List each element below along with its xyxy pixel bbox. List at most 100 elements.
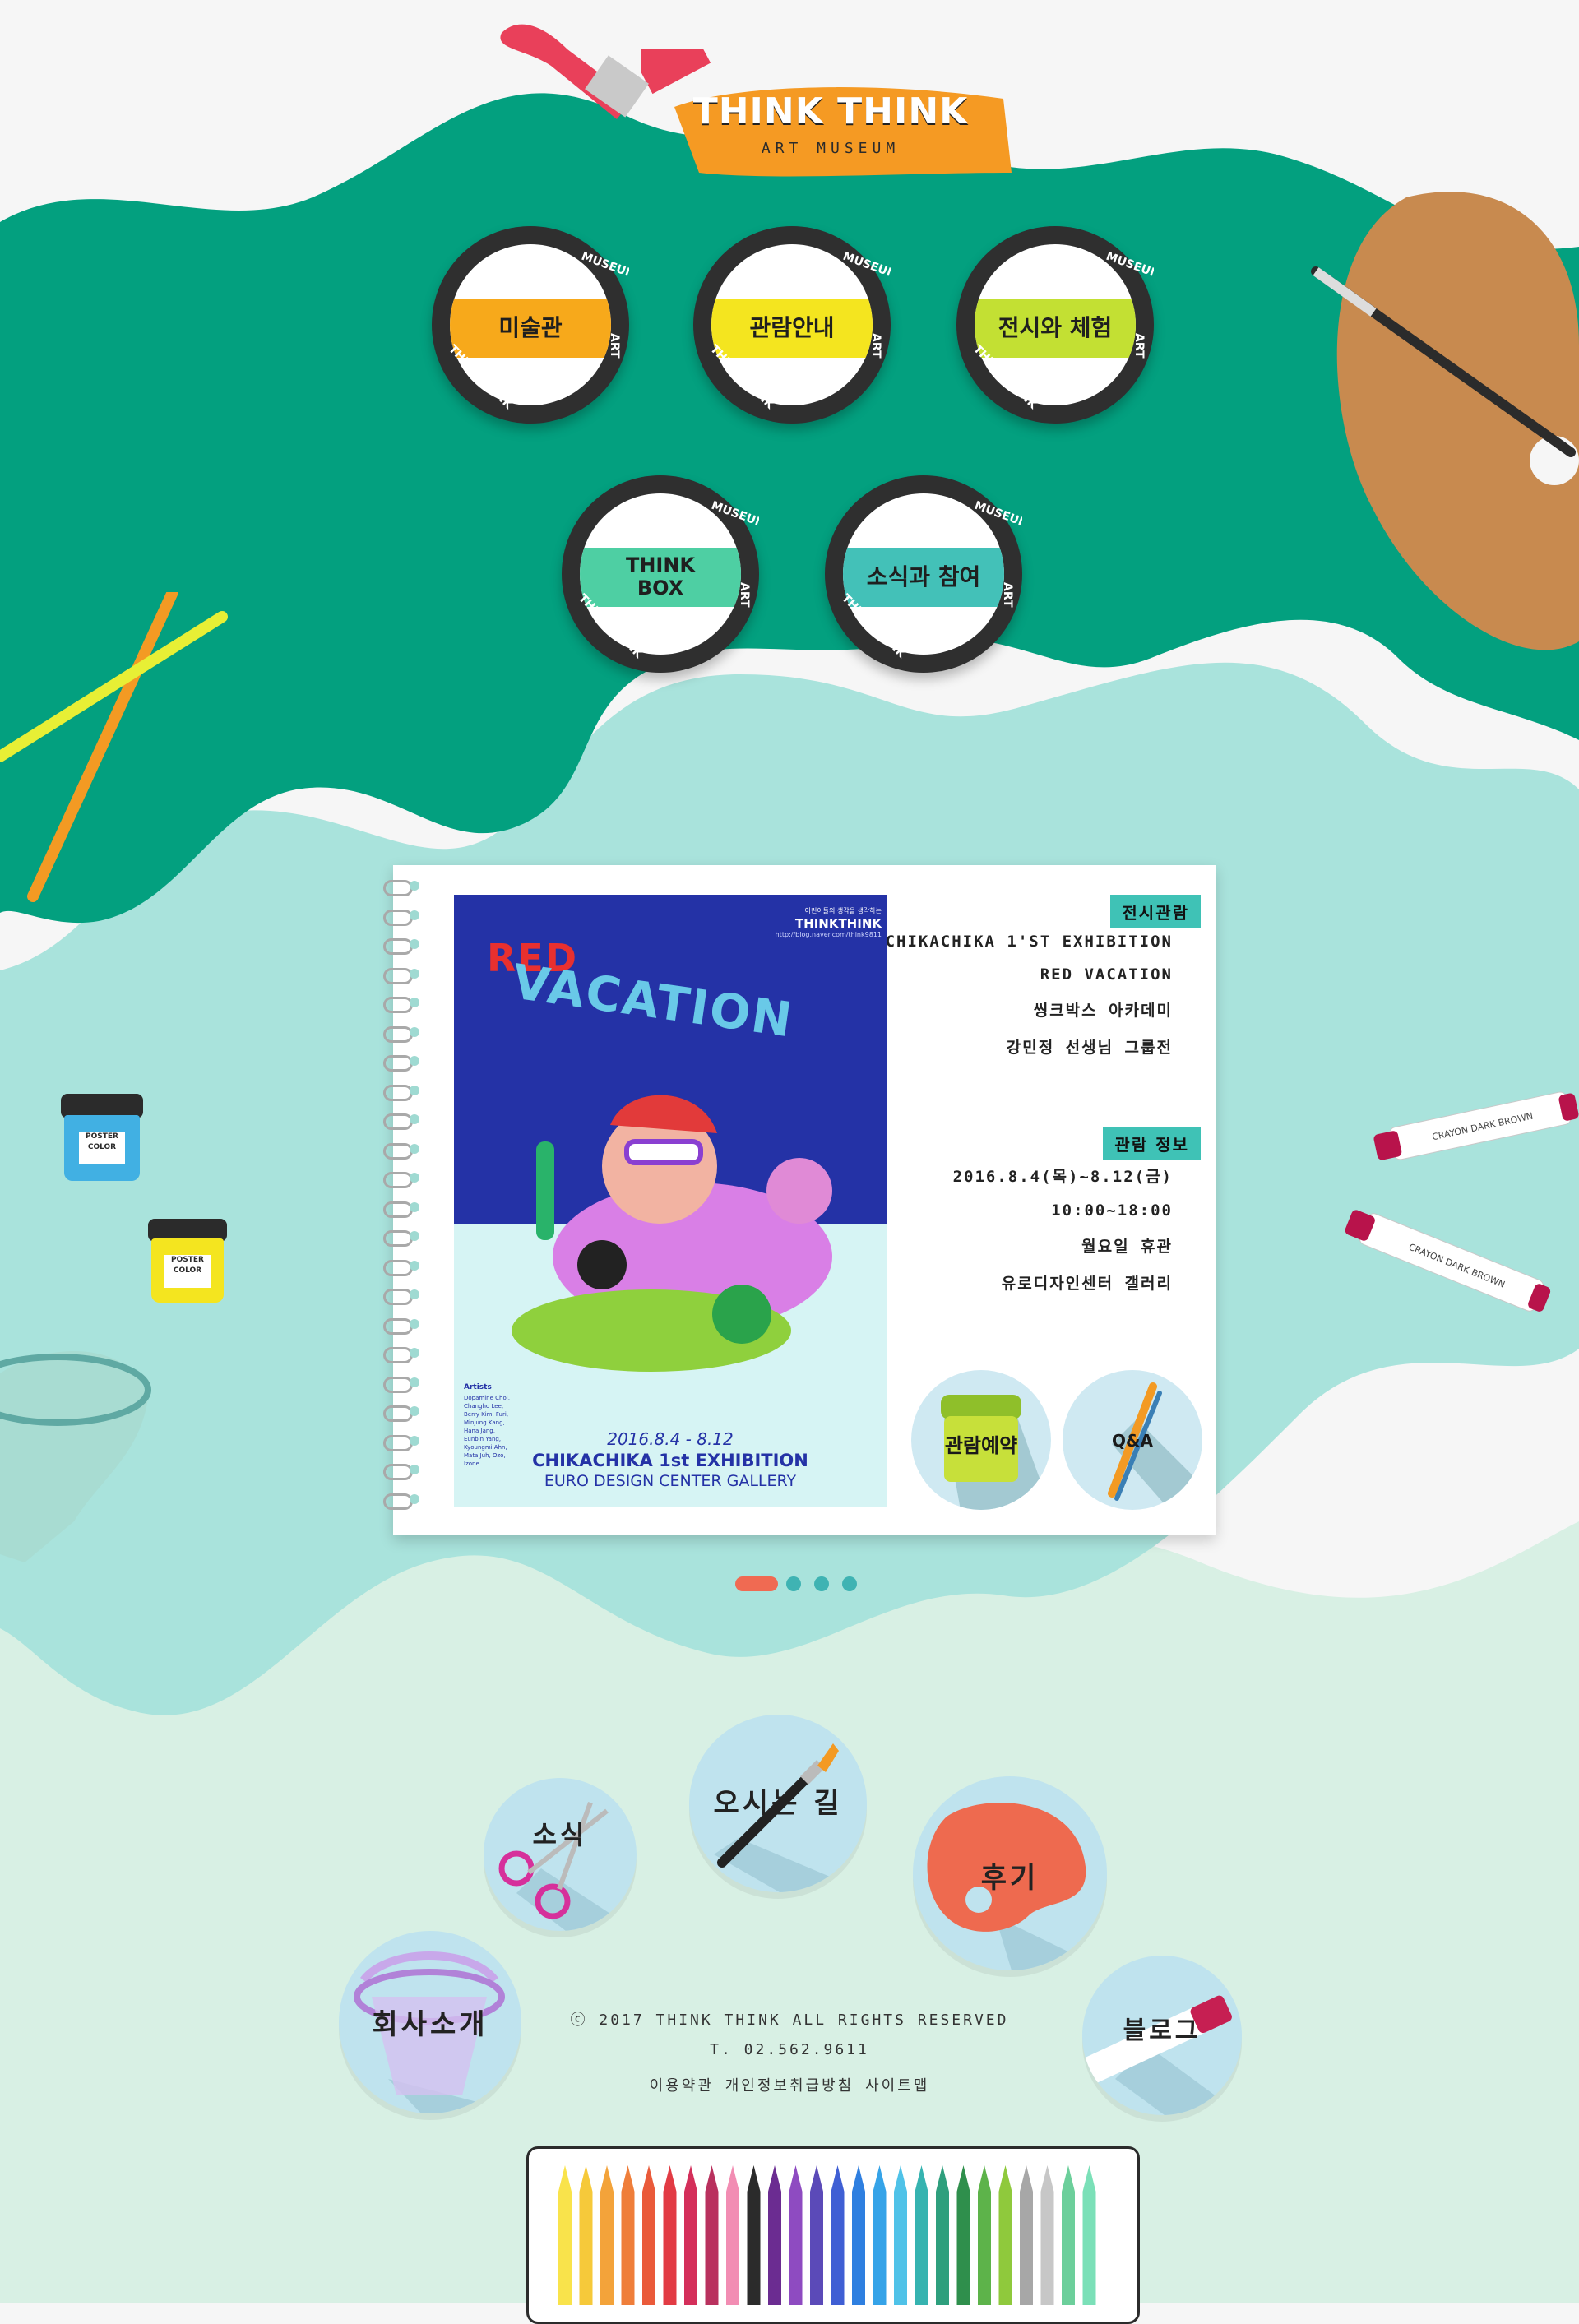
spiral-ring xyxy=(383,1434,413,1451)
crayon-icon: CRAYON DARK BROWN xyxy=(1345,1210,1551,1312)
colored-pencil xyxy=(998,2165,1012,2305)
spiral-hole xyxy=(410,968,419,979)
spiral-hole xyxy=(410,1348,419,1358)
colored-pencil xyxy=(894,2165,907,2305)
poster-brand-small: 어린이들의 생각을 생각하는 xyxy=(804,907,882,914)
nav-about[interactable]: 회사소개 xyxy=(339,1931,521,2113)
poster-brand: THINKTHINK xyxy=(794,916,882,931)
exhibition-line: RED VACATION xyxy=(1040,965,1173,984)
qna-label: Q&A xyxy=(1112,1431,1153,1451)
nav-directions[interactable]: 오시는 길 xyxy=(689,1715,867,1892)
colored-pencil xyxy=(852,2165,865,2305)
colored-pencil xyxy=(726,2165,739,2305)
spiral-ring xyxy=(383,1142,413,1160)
colored-pencil xyxy=(831,2165,845,2305)
exhibition-notebook: 어린이들의 생각을 생각하는 THINKTHINK http://blog.na… xyxy=(383,865,1216,1535)
spiral-hole xyxy=(410,1201,419,1212)
brush-handle-icon xyxy=(500,24,649,119)
footer-copyright: ⓒ 2017 THINK THINK ALL RIGHTS RESERVED xyxy=(570,2012,1009,2029)
menu-think-box-label: THINK BOX xyxy=(580,548,741,607)
menu-guide-label: 관람안내 xyxy=(711,299,873,358)
qna-button[interactable]: Q&A xyxy=(1063,1370,1202,1510)
pager-dot[interactable] xyxy=(842,1576,857,1591)
pager-dot[interactable] xyxy=(814,1576,829,1591)
site-logo[interactable]: THINK THINK ART MUSEUM xyxy=(641,49,1020,189)
spiral-ring xyxy=(383,1405,413,1422)
poster-venue: EURO DESIGN CENTER GALLERY xyxy=(544,1472,797,1490)
colored-pencil xyxy=(642,2165,655,2305)
menu-guide[interactable]: 관람안내 MUSEUM ART THINK THINK xyxy=(693,226,891,424)
exhibition-poster[interactable]: 어린이들의 생각을 생각하는 THINKTHINK http://blog.na… xyxy=(454,895,887,1507)
footer-links: 이용약관 개인정보취급방침 사이트맵 xyxy=(543,2074,1036,2095)
spiral-hole xyxy=(410,1114,419,1124)
spiral-hole xyxy=(410,1260,419,1271)
exhibition-line: CHIKACHIKA 1'ST EXHIBITION xyxy=(885,933,1173,951)
spiral-ring xyxy=(383,909,413,926)
colored-pencil xyxy=(936,2165,949,2305)
colored-pencil xyxy=(956,2165,970,2305)
nav-about-label: 회사소개 xyxy=(372,2008,489,2041)
spiral-hole xyxy=(410,1056,419,1066)
info-tag: 관람 정보 xyxy=(1103,1127,1201,1160)
pager-dot-active[interactable] xyxy=(735,1576,778,1591)
spiral-ring xyxy=(383,1172,413,1188)
spiral-ring xyxy=(383,1347,413,1363)
colored-pencil xyxy=(915,2165,928,2305)
nav-blog[interactable]: 블로그 xyxy=(1082,1956,1242,2115)
spiral-hole xyxy=(410,881,419,891)
colored-pencil xyxy=(978,2165,991,2305)
menu-exhibition[interactable]: 전시와 체험 MUSEUM ART THINK THINK xyxy=(956,226,1154,424)
spiral-hole xyxy=(410,910,419,920)
nav-directions-label: 오시는 길 xyxy=(713,1787,843,1820)
info-line: 유로디자인센터 갤러리 xyxy=(1001,1275,1173,1293)
scissors-icon xyxy=(498,1801,637,1931)
menu-think-box[interactable]: THINK BOX MUSEUM ART THINK THINK xyxy=(562,475,759,673)
colored-pencil xyxy=(747,2165,761,2305)
poster-dates: 2016.8.4 - 8.12 xyxy=(607,1429,734,1449)
info-line: 월요일 휴관 xyxy=(1081,1238,1173,1256)
menu-news[interactable]: 소식과 참여 MUSEUM ART THINK THINK xyxy=(825,475,1022,673)
colored-pencil xyxy=(789,2165,803,2305)
nav-reviews[interactable]: 후기 xyxy=(913,1776,1107,1970)
spiral-ring xyxy=(383,1025,413,1043)
footer-link-sitemap[interactable]: 사이트맵 xyxy=(865,2077,929,2095)
water-bucket-icon xyxy=(0,1350,151,1562)
reserve-button[interactable]: 관람예약 xyxy=(911,1370,1051,1510)
colored-pencil xyxy=(705,2165,719,2305)
info-line: 10:00~18:00 xyxy=(1051,1201,1173,1220)
spiral-hole xyxy=(410,1493,419,1504)
pager-dot[interactable] xyxy=(786,1576,801,1591)
spiral-ring xyxy=(383,967,413,984)
menu-museum[interactable]: 미술관 MUSEUM ART THINK THINK xyxy=(432,226,629,424)
spiral-hole xyxy=(410,1318,419,1329)
nav-news-label: 소식 xyxy=(532,1819,588,1850)
spiral-ring xyxy=(383,997,413,1013)
spiral-hole xyxy=(410,1406,419,1416)
colored-pencil xyxy=(810,2165,823,2305)
footer-link-privacy[interactable]: 개인정보취급방침 xyxy=(725,2077,854,2095)
paint-jar-blue-icon: POSTER COLOR xyxy=(61,1094,143,1184)
colored-pencil xyxy=(873,2165,887,2305)
colored-pencil xyxy=(1082,2165,1096,2305)
spiral-hole xyxy=(410,1435,419,1446)
logo-subtitle: ART MUSEUM xyxy=(761,140,901,157)
pencils-icon xyxy=(0,592,228,902)
spiral-hole xyxy=(410,1143,419,1154)
poster-event: CHIKACHIKA 1st EXHIBITION xyxy=(532,1451,808,1470)
logo-title: THINK THINK xyxy=(692,90,969,132)
spiral-ring xyxy=(383,1230,413,1247)
spiral-hole xyxy=(410,1465,419,1474)
exhibition-line: 씽크박스 아카데미 xyxy=(1033,1002,1173,1020)
colored-pencil xyxy=(1040,2165,1054,2305)
nav-news[interactable]: 소식 xyxy=(484,1778,637,1931)
spiral-ring xyxy=(383,1376,413,1393)
menu-news-label: 소식과 참여 xyxy=(843,548,1004,607)
spiral-ring xyxy=(383,1289,413,1305)
colored-pencil xyxy=(558,2165,572,2305)
spiral-ring xyxy=(383,1317,413,1335)
footer-link-terms[interactable]: 이용약관 xyxy=(650,2077,714,2095)
spiral-ring xyxy=(383,938,413,955)
colored-pencil xyxy=(1020,2165,1033,2305)
spiral-hole xyxy=(410,1085,419,1095)
info-line: 2016.8.4(목)~8.12(금) xyxy=(952,1168,1173,1186)
